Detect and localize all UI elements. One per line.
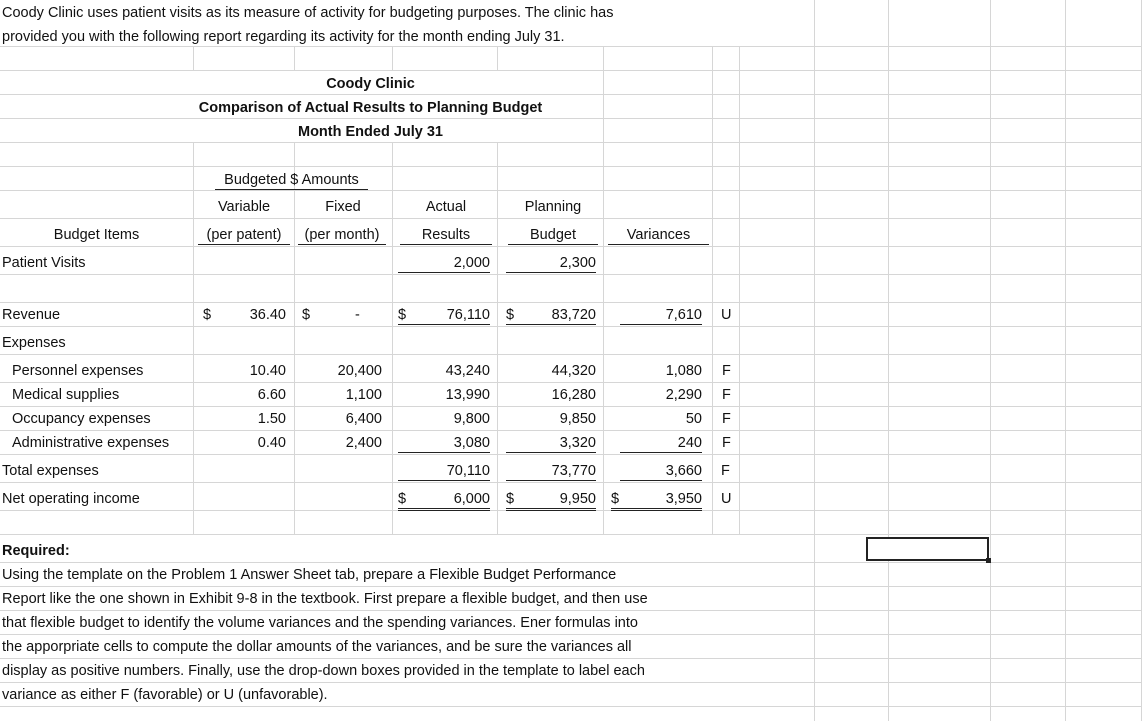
- expense-fu: F: [722, 411, 731, 427]
- net-income-planning: 9,950: [559, 491, 596, 507]
- variances-header: Variances: [608, 226, 709, 245]
- net-income-actual-cell: $ 6,000: [398, 490, 490, 511]
- revenue-planning-dollar: $: [506, 307, 515, 323]
- total-expenses-fu: F: [721, 463, 730, 479]
- expense-variable: 1.50: [257, 411, 286, 427]
- required-line: variance as either F (favorable) or U (u…: [2, 687, 328, 703]
- required-line: display as positive numbers. Finally, us…: [2, 663, 645, 679]
- required-line: the apporpriate cells to compute the dol…: [2, 639, 632, 655]
- report-subtitle: Comparison of Actual Results to Planning…: [198, 100, 543, 116]
- expense-label: Administrative expenses: [12, 435, 170, 451]
- revenue-actual-cell: $ 76,110: [398, 306, 490, 325]
- total-expenses-variance: 3,660: [620, 462, 702, 481]
- expense-fu: F: [722, 387, 731, 403]
- revenue-label: Revenue: [2, 307, 61, 323]
- fixed-header: Fixed: [325, 199, 361, 215]
- report-title: Coody Clinic: [326, 76, 415, 92]
- net-income-label: Net operating income: [2, 491, 140, 507]
- results-header: Results: [400, 226, 492, 245]
- total-expenses-label: Total expenses: [2, 463, 99, 479]
- per-patent-header: (per patent): [198, 226, 290, 245]
- expense-label: Personnel expenses: [12, 363, 144, 379]
- required-heading: Required:: [2, 543, 70, 559]
- net-income-variance-dollar: $: [611, 491, 620, 507]
- expense-label: Occupancy expenses: [12, 411, 151, 427]
- revenue-variance: 7,610: [620, 306, 702, 325]
- revenue-planning-cell: $ 83,720: [506, 306, 596, 325]
- expense-fixed: 1,100: [345, 387, 382, 403]
- revenue-actual-dollar: $: [398, 307, 407, 323]
- per-month-header: (per month): [298, 226, 386, 245]
- expense-fu: F: [722, 363, 731, 379]
- expense-actual: 3,080: [398, 434, 490, 453]
- planning-header: Planning: [524, 199, 582, 215]
- budget-header: Budget: [508, 226, 598, 245]
- revenue-fu: U: [721, 307, 732, 323]
- revenue-fixed-dollar: $: [302, 307, 311, 323]
- variable-header: Variable: [217, 199, 271, 215]
- required-line: Report like the one shown in Exhibit 9-8…: [2, 591, 648, 607]
- fill-handle[interactable]: [986, 558, 991, 563]
- expense-fixed: 2,400: [345, 435, 382, 451]
- report-period: Month Ended July 31: [297, 124, 443, 140]
- intro-line-1: Coody Clinic uses patient visits as its …: [2, 5, 614, 21]
- expense-variable: 6.60: [257, 387, 286, 403]
- expense-label: Medical supplies: [12, 387, 120, 403]
- expense-actual: 13,990: [445, 387, 490, 403]
- expense-fixed: 20,400: [337, 363, 382, 379]
- expense-variance: 1,080: [665, 363, 702, 379]
- expense-variance: 50: [685, 411, 702, 427]
- net-income-actual: 6,000: [453, 491, 490, 507]
- expense-actual: 9,800: [453, 411, 490, 427]
- expense-planning: 16,280: [551, 387, 596, 403]
- net-income-variance: 3,950: [665, 491, 702, 507]
- patient-visits-actual: 2,000: [398, 254, 490, 273]
- net-income-fu: U: [721, 491, 732, 507]
- required-line: that flexible budget to identify the vol…: [2, 615, 638, 631]
- expense-fu: F: [722, 435, 731, 451]
- required-line: Using the template on the Problem 1 Answ…: [2, 567, 617, 583]
- expense-variance: 240: [620, 434, 702, 453]
- expense-planning: 44,320: [551, 363, 596, 379]
- spreadsheet-grid: [0, 0, 1142, 721]
- revenue-fixed: -: [355, 307, 360, 323]
- net-income-planning-dollar: $: [506, 491, 515, 507]
- selected-cell[interactable]: [866, 537, 989, 561]
- patient-visits-label: Patient Visits: [2, 255, 86, 271]
- net-income-planning-cell: $ 9,950: [506, 490, 596, 511]
- revenue-planning: 83,720: [551, 307, 596, 323]
- expenses-label: Expenses: [2, 335, 66, 351]
- expense-variable: 0.40: [257, 435, 286, 451]
- total-expenses-planning: 73,770: [506, 462, 596, 481]
- revenue-actual: 76,110: [446, 307, 490, 323]
- revenue-variable-dollar: $: [203, 307, 212, 323]
- intro-line-2: provided you with the following report r…: [2, 29, 565, 45]
- patient-visits-planning: 2,300: [506, 254, 596, 273]
- budget-items-header: Budget Items: [53, 227, 140, 243]
- expense-variable: 10.40: [249, 363, 286, 379]
- total-expenses-actual: 70,110: [398, 462, 490, 481]
- expense-planning: 3,320: [506, 434, 596, 453]
- actual-header: Actual: [425, 199, 467, 215]
- expense-variance: 2,290: [665, 387, 702, 403]
- net-income-variance-cell: $ 3,950: [611, 490, 702, 511]
- expense-fixed: 6,400: [345, 411, 382, 427]
- budgeted-amounts-header: Budgeted $ Amounts: [215, 171, 368, 190]
- revenue-variable: 36.40: [249, 307, 286, 323]
- expense-actual: 43,240: [445, 363, 490, 379]
- expense-planning: 9,850: [559, 411, 596, 427]
- net-income-actual-dollar: $: [398, 491, 407, 507]
